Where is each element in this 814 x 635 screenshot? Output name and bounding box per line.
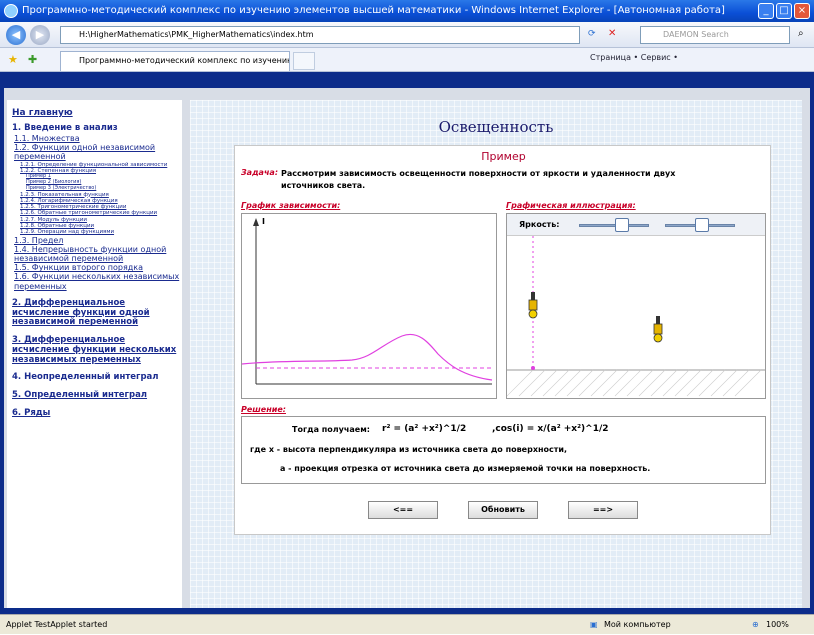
- nav-section-1[interactable]: 1. Введение в анализ: [12, 124, 182, 134]
- nav-item-1-5[interactable]: 1.5. Функции второго порядка: [12, 263, 182, 272]
- brightness-slider-2-thumb[interactable]: [695, 218, 709, 232]
- nav-item-1-2-6[interactable]: 1.2.6. Обратные тригонометрические функц…: [12, 210, 182, 216]
- zoom-level[interactable]: 100%: [766, 615, 789, 635]
- illustration-svg: [507, 236, 765, 397]
- address-input[interactable]: H:\HigherMathematics\PMK_HigherMathemati…: [60, 26, 580, 44]
- solution-box: Тогда получаем: r² = (a² +x²)^1/2 ,cos(i…: [241, 416, 766, 484]
- nav-item-1-1[interactable]: 1.1. Множества: [12, 134, 182, 143]
- sidebar-nav: На главную 1. Введение в анализ 1.1. Мно…: [7, 100, 182, 608]
- add-favorites-icon[interactable]: ✚: [28, 53, 37, 66]
- nav-home-link[interactable]: На главную: [12, 108, 182, 118]
- security-zone: Мой компьютер: [604, 620, 671, 629]
- light-source-2-icon[interactable]: [653, 316, 663, 343]
- y-axis-arrow: [253, 218, 259, 226]
- window-titlebar: Программно-методический комплекс по изуч…: [0, 0, 814, 22]
- computer-zone-icon: ▣: [590, 620, 598, 629]
- brightness-slider-1[interactable]: [579, 224, 649, 227]
- brightness-slider-1-thumb[interactable]: [615, 218, 629, 232]
- status-bar: Applet TestApplet started ▣ Мой компьюте…: [0, 614, 814, 634]
- applet-panel: Пример Задача: Рассмотрим зависимость ос…: [234, 145, 771, 535]
- forward-button[interactable]: ▶: [30, 25, 50, 45]
- axis-label-I: I: [262, 217, 265, 226]
- favorites-star-icon[interactable]: ★: [8, 53, 18, 66]
- nav-item-1-6[interactable]: 1.6. Функции нескольких независимых пере…: [12, 272, 182, 290]
- refresh-button[interactable]: Обновить: [468, 501, 538, 519]
- nav-item-1-3[interactable]: 1.3. Предел: [12, 236, 182, 245]
- nav-item-1-4[interactable]: 1.4. Непрерывность функции одной независ…: [12, 245, 182, 263]
- nav-section-2[interactable]: 2. Дифференциальное исчисление функции о…: [12, 298, 182, 328]
- status-text: Applet TestApplet started: [6, 620, 108, 629]
- nav-item-1-2[interactable]: 1.2. Функции одной независимой переменно…: [12, 143, 182, 161]
- search-icon[interactable]: ⌕: [798, 28, 804, 39]
- minimize-button[interactable]: _: [758, 3, 774, 19]
- solution-intro: Тогда получаем:: [292, 425, 370, 434]
- graph-svg: [241, 218, 493, 385]
- tab-active[interactable]: Программно-методический комплекс по изуч…: [60, 51, 290, 71]
- toolbar-tools[interactable]: Страница • Сервис •: [590, 53, 678, 62]
- prev-button[interactable]: <==: [368, 501, 438, 519]
- zoom-icon[interactable]: ⊕: [752, 615, 759, 635]
- illustration-label: Графическая иллюстрация:: [506, 201, 636, 210]
- nav-section-3[interactable]: 3. Дифференциальное исчисление функции н…: [12, 335, 182, 365]
- search-input[interactable]: DAEMON Search: [640, 26, 790, 44]
- graph-label: График зависимости:: [241, 201, 341, 210]
- task-text: Рассмотрим зависимость освещенности пове…: [281, 169, 676, 190]
- example-heading: Пример: [481, 150, 526, 163]
- nav-section-4[interactable]: 4. Неопределенный интеграл: [12, 373, 182, 383]
- illustration-area: Яркость:: [506, 213, 766, 399]
- page-title: Освещенность: [438, 118, 554, 136]
- tab-bar: ★ ✚ Программно-методический комплекс по …: [0, 48, 814, 72]
- formula-cos: ,cos(i) = x/(a² +x²)^1/2: [492, 424, 609, 434]
- illumination-curve: [241, 333, 493, 381]
- brightness-label: Яркость:: [519, 220, 560, 229]
- nav-section-6[interactable]: 6. Ряды: [12, 408, 182, 419]
- window-title: Программно-методический комплекс по изуч…: [22, 5, 725, 16]
- main-content: Освещенность Пример Задача: Рассмотрим з…: [190, 100, 802, 608]
- ie-icon: [4, 4, 18, 18]
- refresh-icon[interactable]: ⟳: [588, 29, 596, 39]
- solution-where-x: где x - высота перпендикуляра из источни…: [250, 445, 568, 454]
- solution-label: Решение:: [241, 405, 286, 414]
- back-button[interactable]: ◀: [6, 25, 26, 45]
- measure-point: [531, 366, 535, 370]
- stop-icon[interactable]: ✕: [608, 28, 616, 39]
- formula-r: r² = (a² +x²)^1/2: [382, 424, 467, 434]
- maximize-button[interactable]: □: [776, 3, 792, 19]
- close-button[interactable]: ×: [794, 3, 810, 19]
- next-button[interactable]: ==>: [568, 501, 638, 519]
- task-label: Задача:: [241, 168, 279, 177]
- surface-area: [507, 370, 765, 396]
- nav-section-5[interactable]: 5. Определенный интеграл: [12, 390, 182, 401]
- light-source-1-icon[interactable]: [528, 292, 538, 319]
- new-tab-button[interactable]: [293, 52, 315, 70]
- solution-where-a: а - проекция отрезка от источника света …: [280, 464, 651, 473]
- dependency-graph: I: [241, 213, 497, 399]
- address-toolbar: ◀ ▶ H:\HigherMathematics\PMK_HigherMathe…: [0, 22, 814, 48]
